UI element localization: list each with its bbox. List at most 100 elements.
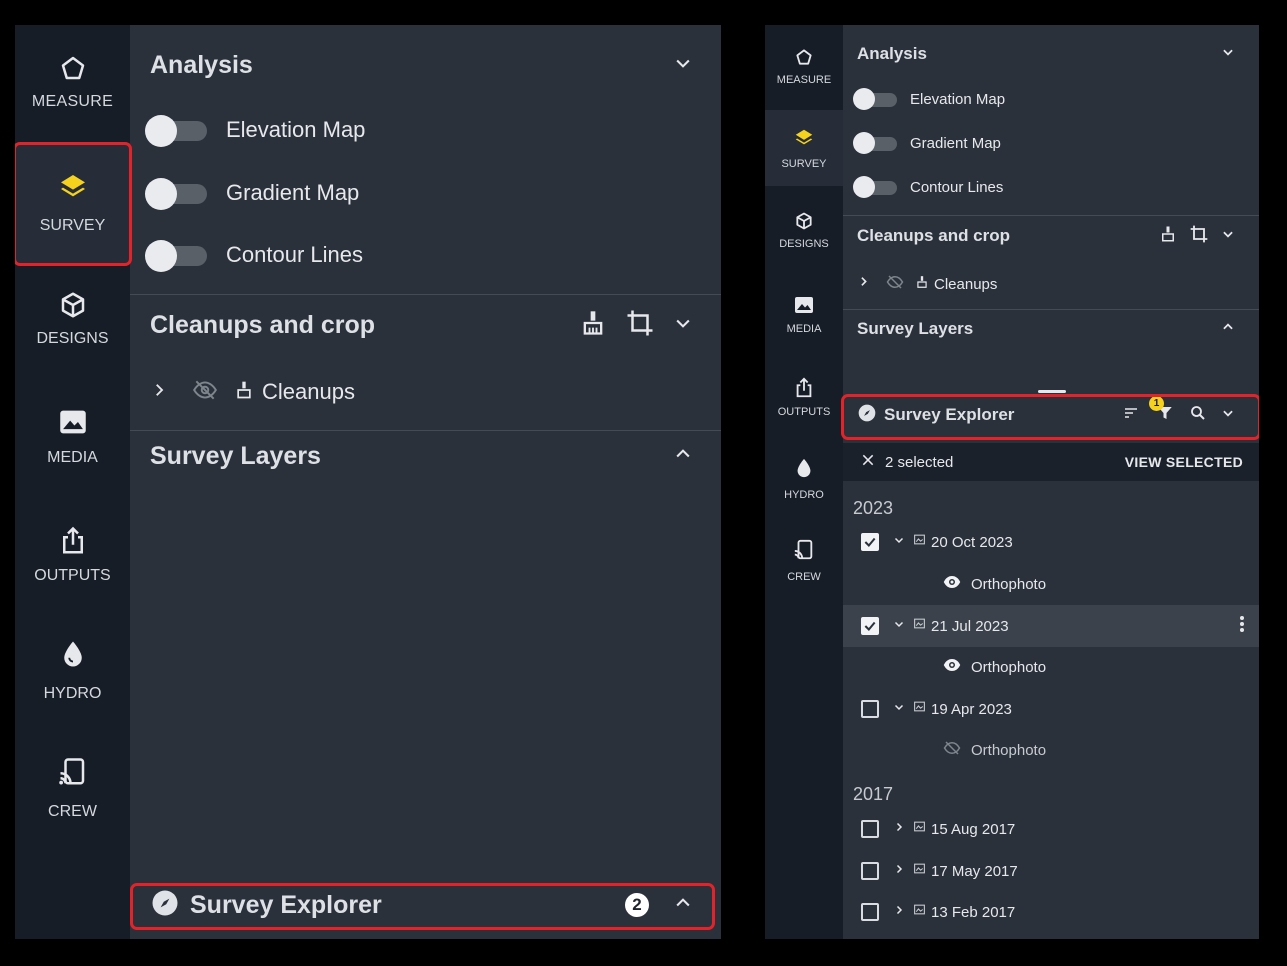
survey-row[interactable]: 19 Apr 2023 [861,697,1012,721]
search-icon[interactable] [1189,404,1207,427]
toggle-row[interactable]: Gradient Map [853,132,1001,154]
eye-off-icon[interactable] [885,273,905,296]
rail-media[interactable]: MEDIA [15,405,130,480]
chevron-down-icon[interactable] [673,313,693,338]
image-icon [792,293,816,317]
survey-row-main: 21 Jul 2023 [861,617,1009,635]
chevron-down-icon[interactable] [893,617,905,635]
eye-icon[interactable] [941,656,963,679]
chevron-up-icon[interactable] [1221,320,1235,339]
rail-crew[interactable]: CREW [15,755,130,835]
cleanups-item[interactable]: Cleanups [857,273,997,295]
broom-icon[interactable] [579,308,607,343]
eye-off-icon[interactable] [941,739,963,762]
cleanups-header[interactable]: Cleanups and crop [857,224,1235,248]
elevation-toggle[interactable] [853,88,897,110]
rail-designs[interactable]: DESIGNS [15,290,130,360]
rail-measure[interactable]: MEASURE [765,47,843,97]
close-icon[interactable] [861,453,875,472]
survey-row[interactable]: 13 Feb 2017 [861,900,1015,924]
rail-label: MEDIA [786,323,822,335]
chevron-right-icon[interactable] [893,820,905,838]
rail-label: DESIGNS [779,238,829,250]
rail-hydro[interactable]: HYDRO [15,637,130,717]
survey-row[interactable]: 15 Aug 2017 [861,817,1015,841]
survey-row[interactable]: 17 May 2017 [861,859,1018,883]
rail-survey[interactable]: SURVEY [765,110,843,186]
elevation-toggle[interactable] [145,113,207,147]
toggle-row[interactable]: Gradient Map [145,176,359,210]
survey-icon [913,617,926,635]
contour-toggle[interactable] [853,176,897,198]
rail-hydro[interactable]: HYDRO [765,456,843,511]
analysis-header[interactable]: Analysis [857,42,1235,66]
chevron-up-icon[interactable] [673,893,693,918]
survey-checkbox[interactable] [861,903,879,921]
survey-checkbox[interactable] [861,533,879,551]
survey-checkbox[interactable] [861,862,879,880]
cube-icon [58,290,88,320]
crop-icon[interactable] [1189,224,1209,249]
gradient-toggle[interactable] [145,176,207,210]
survey-checkbox[interactable] [861,820,879,838]
survey-checkbox[interactable] [861,617,879,635]
layer-row[interactable]: Orthophoto [941,572,1046,596]
survey-checkbox[interactable] [861,700,879,718]
crop-icon[interactable] [625,308,655,343]
chevron-down-icon[interactable] [1221,406,1235,425]
toggle-row[interactable]: Elevation Map [853,88,1005,110]
chevron-down-icon[interactable] [893,700,905,718]
survey-row[interactable]: 21 Jul 2023 [861,614,1245,638]
section-title: Survey Layers [150,441,321,470]
chevron-down-icon[interactable] [673,53,693,78]
layer-row[interactable]: Orthophoto [941,738,1046,762]
eye-off-icon[interactable] [190,377,220,408]
analysis-header[interactable]: Analysis [150,47,693,83]
section-title: Survey Layers [857,319,974,338]
rail-crew[interactable]: CREW [765,538,843,593]
survey-explorer-bar[interactable]: Survey Explorer 2 [150,887,693,923]
toggle-row[interactable]: Contour Lines [853,176,1003,198]
toggle-label: Gradient Map [226,180,360,205]
filter-icon[interactable]: 1 [1149,395,1175,427]
rail-media[interactable]: MEDIA [765,293,843,343]
chevron-down-icon[interactable] [1221,45,1235,64]
contour-toggle[interactable] [145,238,207,272]
rail-label: OUTPUTS [34,567,111,584]
survey-layers-header[interactable]: Survey Layers [150,438,693,474]
cleanups-item[interactable]: Cleanups [150,377,355,407]
toggle-row[interactable]: Elevation Map [145,113,365,147]
layers-icon [57,171,89,203]
drag-handle[interactable] [1038,390,1066,393]
survey-layers-header[interactable]: Survey Layers [857,317,1235,341]
chevron-right-icon[interactable] [893,903,905,921]
water-drop-icon [793,456,815,480]
rail-label: CREW [48,803,97,820]
chevron-right-icon[interactable] [893,862,905,880]
chevron-right-icon[interactable] [857,275,870,293]
rail-designs[interactable]: DESIGNS [765,211,843,261]
toggle-row[interactable]: Contour Lines [145,238,363,272]
survey-explorer-header[interactable]: Survey Explorer 1 [857,395,1235,428]
sort-icon[interactable] [1121,405,1141,426]
measure-icon [58,53,88,83]
rail-survey[interactable]: SURVEY [15,143,130,263]
toggle-label: Elevation Map [910,90,1006,108]
rail-outputs[interactable]: OUTPUTS [765,376,843,426]
explorer-actions: 2 [625,893,693,918]
survey-row[interactable]: 20 Oct 2023 [861,530,1013,554]
rail-outputs[interactable]: OUTPUTS [15,525,130,600]
chevron-right-icon[interactable] [150,381,168,404]
cleanups-actions [579,308,693,343]
chevron-up-icon[interactable] [673,444,693,469]
chevron-down-icon[interactable] [893,533,905,551]
view-selected-button[interactable]: VIEW SELECTED [1125,454,1243,470]
more-vert-icon[interactable] [1239,615,1245,638]
layer-row[interactable]: Orthophoto [941,655,1046,679]
chevron-down-icon[interactable] [1221,227,1235,246]
eye-icon[interactable] [941,573,963,596]
broom-icon[interactable] [1159,224,1177,249]
rail-measure[interactable]: MEASURE [15,53,130,123]
cleanups-header[interactable]: Cleanups and crop [150,307,693,343]
gradient-toggle[interactable] [853,132,897,154]
